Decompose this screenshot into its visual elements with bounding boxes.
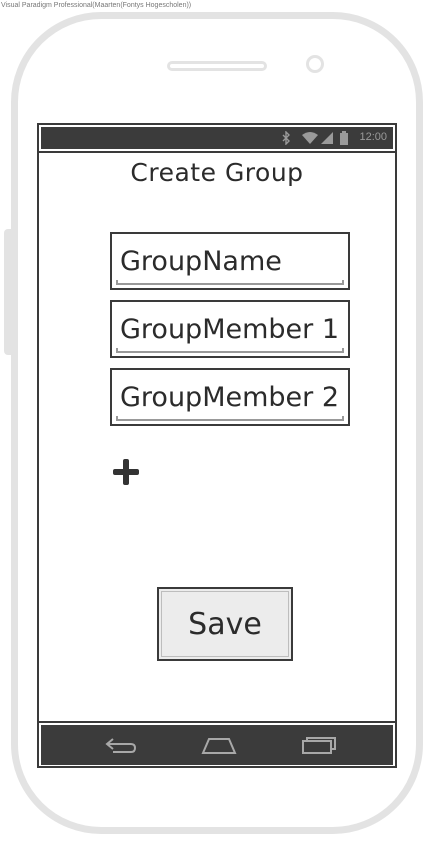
app-screen: 12:00 Create Group Save <box>37 123 397 768</box>
watermark: Visual Paradigm Professional(Maarten(Fon… <box>1 2 192 9</box>
home-icon[interactable] <box>199 733 239 757</box>
signal-icon <box>321 132 333 144</box>
status-bar: 12:00 <box>41 127 393 149</box>
status-divider <box>39 151 395 153</box>
save-button[interactable]: Save <box>157 587 293 661</box>
battery-icon <box>340 131 348 145</box>
group-member-2-field[interactable] <box>110 368 350 426</box>
bluetooth-icon <box>282 131 290 145</box>
group-name-field[interactable] <box>110 232 350 290</box>
group-member-2-input[interactable] <box>112 370 348 424</box>
back-icon[interactable] <box>101 733 141 757</box>
phone-camera <box>306 55 324 73</box>
group-member-1-field[interactable] <box>110 300 350 358</box>
recent-apps-icon[interactable] <box>299 733 339 757</box>
page-title: Create Group <box>130 158 304 187</box>
group-member-1-input[interactable] <box>112 302 348 356</box>
phone-speaker <box>167 61 267 71</box>
nav-divider <box>39 721 395 723</box>
wifi-icon <box>302 132 318 144</box>
save-button-label: Save <box>188 606 262 642</box>
navigation-bar <box>41 725 393 765</box>
plus-icon[interactable] <box>110 456 142 488</box>
status-time: 12:00 <box>359 131 387 143</box>
group-name-input[interactable] <box>112 234 348 288</box>
